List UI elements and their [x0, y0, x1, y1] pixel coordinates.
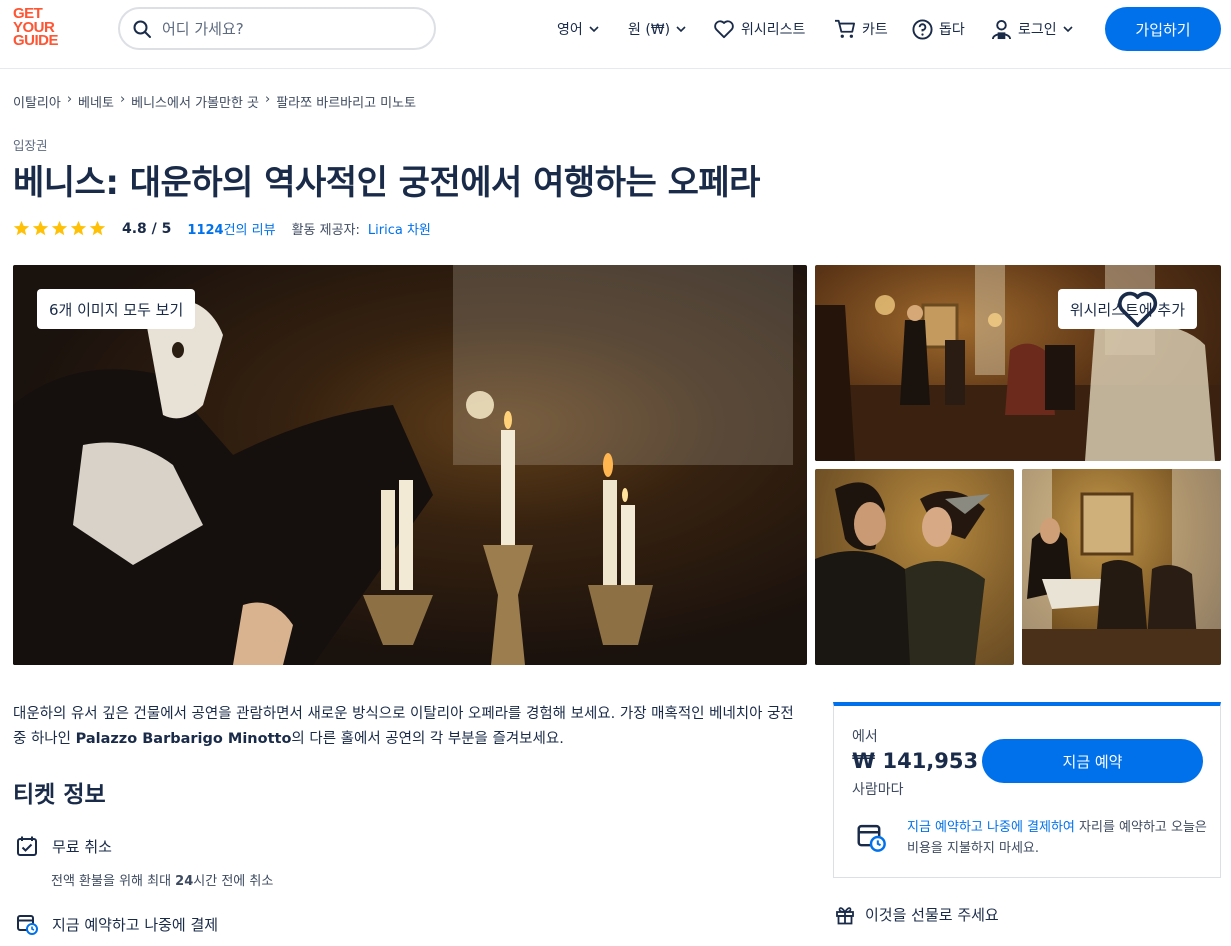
reserve-pay-later-link[interactable]: 지금 예약하고 나중에 결제하여 — [907, 820, 1075, 835]
logo-line-3: GUIDE — [13, 32, 59, 49]
page-title: 베니스: 대운하의 역사적인 궁전에서 여행하는 오페라 — [13, 163, 760, 203]
signup-button[interactable]: 가입하기 — [1105, 7, 1221, 51]
cancel-detail-post: 시간 전에 취소 — [193, 874, 274, 889]
login-menu[interactable]: 로그인 — [991, 18, 1074, 40]
star-icon — [89, 220, 106, 236]
star-rating — [13, 220, 106, 237]
rating-row: 4.8 / 5 1124건의 리뷰 활동 제공자: Lirica 차원 — [13, 219, 431, 238]
reserve-pay-later-label: 지금 예약하고 나중에 결제 — [52, 915, 219, 934]
rating-score: 4.8 / 5 — [122, 220, 172, 237]
search-box[interactable] — [118, 7, 436, 50]
cancel-detail-pre: 전액 환불을 위해 최대 — [51, 874, 176, 889]
cart-icon — [835, 19, 855, 38]
price-from-label: 에서 — [852, 729, 878, 745]
provider-label: 활동 제공자: — [291, 223, 360, 238]
photo-singers-illustration — [815, 469, 1014, 665]
chevron-down-icon — [676, 26, 686, 33]
main-photo-masked-man-candles[interactable]: 6개 이미지 모두 보기 — [13, 265, 807, 665]
calendar-clock-icon — [17, 915, 38, 935]
reserve-pay-later-note: 지금 예약하고 나중에 결제하여 자리를 예약하고 오늘은 비용을 지불하지 마… — [907, 817, 1207, 859]
chevron-down-icon — [589, 26, 599, 33]
heart-icon — [714, 20, 734, 39]
booking-card: 에서 ₩ 141,953 사람마다 지금 예약 지금 예약하고 나중에 결제하여… — [833, 702, 1221, 878]
wishlist-link[interactable]: 위시리스트 — [713, 18, 805, 40]
breadcrumb-separator: › — [66, 92, 73, 107]
book-now-button[interactable]: 지금 예약 — [982, 739, 1203, 783]
free-cancellation-label: 무료 취소 — [52, 837, 112, 856]
photo-palace-performance[interactable]: 위시리스트에 추가 — [815, 265, 1221, 461]
user-icon — [991, 19, 1012, 39]
calendar-check-icon — [17, 836, 37, 856]
review-count: 1124 — [187, 223, 224, 238]
login-label: 로그인 — [1018, 22, 1057, 38]
help-link[interactable]: 돕다 — [912, 18, 965, 40]
currency-label: 원 (₩) — [628, 22, 671, 38]
breadcrumb-separator: › — [265, 92, 271, 107]
search-icon — [133, 20, 151, 38]
reviews-link[interactable]: 1124건의 리뷰 — [187, 219, 275, 238]
photo-singers-couple[interactable] — [815, 469, 1014, 665]
wishlist-label: 위시리스트 — [741, 22, 806, 38]
add-to-wishlist-button[interactable]: 위시리스트에 추가 — [1057, 289, 1197, 329]
cart-link[interactable]: 카트 — [834, 18, 888, 40]
breadcrumb-separator: › — [119, 92, 126, 107]
photo-musicians-room[interactable] — [1022, 469, 1221, 665]
calendar-clock-icon — [857, 824, 886, 852]
review-suffix: 건의 리뷰 — [223, 223, 276, 238]
cancel-detail-hours: 24 — [175, 874, 194, 889]
ticket-info-title: 티켓 정보 — [13, 782, 106, 808]
breadcrumb-item-italy[interactable]: 이탈리아 — [13, 92, 61, 111]
photo-gallery: 6개 이미지 모두 보기 위시리스트에 추가 — [13, 265, 1221, 665]
breadcrumb-item-palazzo[interactable]: 팔라쪼 바르바리고 미노토 — [276, 92, 416, 111]
breadcrumb: 이탈리아 › 베네토 › 베니스에서 가볼만한 곳 › 팔라쪼 바르바리고 미노토 — [13, 92, 416, 111]
activity-category: 입장권 — [13, 138, 48, 153]
description-venue: Palazzo Barbarigo Minotto — [75, 731, 292, 747]
breadcrumb-item-veneto[interactable]: 베네토 — [78, 92, 114, 111]
price-value: ₩ 141,953 — [852, 749, 979, 773]
help-label: 돕다 — [939, 22, 965, 38]
breadcrumb-item-venice-things[interactable]: 베니스에서 가볼만한 곳 — [131, 92, 259, 111]
description-text-2: 의 다른 홀에서 공연의 각 부분을 즐겨보세요. — [291, 731, 564, 747]
star-icon — [51, 220, 68, 236]
gift-label: 이것을 선물로 주세요 — [865, 906, 999, 924]
cart-label: 카트 — [862, 22, 888, 38]
language-label: 영어 — [557, 22, 583, 38]
free-cancellation-item: 무료 취소 — [16, 835, 112, 857]
price-per-person: 사람마다 — [852, 782, 904, 798]
site-header: GET YOUR GUIDE 영어 원 (₩) 위시리스트 카트 돕다 로그인 … — [0, 0, 1231, 69]
language-selector[interactable]: 영어 — [557, 18, 600, 40]
view-all-images-button[interactable]: 6개 이미지 모두 보기 — [37, 289, 196, 329]
currency-selector[interactable]: 원 (₩) — [628, 18, 687, 40]
gift-icon — [836, 906, 854, 924]
search-input[interactable] — [162, 19, 422, 38]
gift-link[interactable]: 이것을 선물로 주세요 — [835, 904, 999, 925]
getyourguide-logo[interactable]: GET YOUR GUIDE — [13, 6, 73, 49]
activity-description: 대운하의 유서 깊은 건물에서 공연을 관람하면서 새로운 방식으로 이탈리아 … — [13, 702, 803, 752]
star-icon — [13, 220, 30, 236]
provider-link[interactable]: Lirica 차원 — [368, 219, 431, 238]
chevron-down-icon — [1063, 26, 1073, 33]
reserve-pay-later-item: 지금 예약하고 나중에 결제 — [16, 913, 218, 935]
free-cancellation-detail: 전액 환불을 위해 최대 24시간 전에 취소 — [51, 870, 273, 889]
star-icon — [70, 220, 87, 236]
heart-icon — [1117, 291, 1157, 328]
help-icon — [912, 18, 933, 40]
star-icon — [32, 220, 49, 236]
photo-musicians-illustration — [1022, 469, 1221, 665]
